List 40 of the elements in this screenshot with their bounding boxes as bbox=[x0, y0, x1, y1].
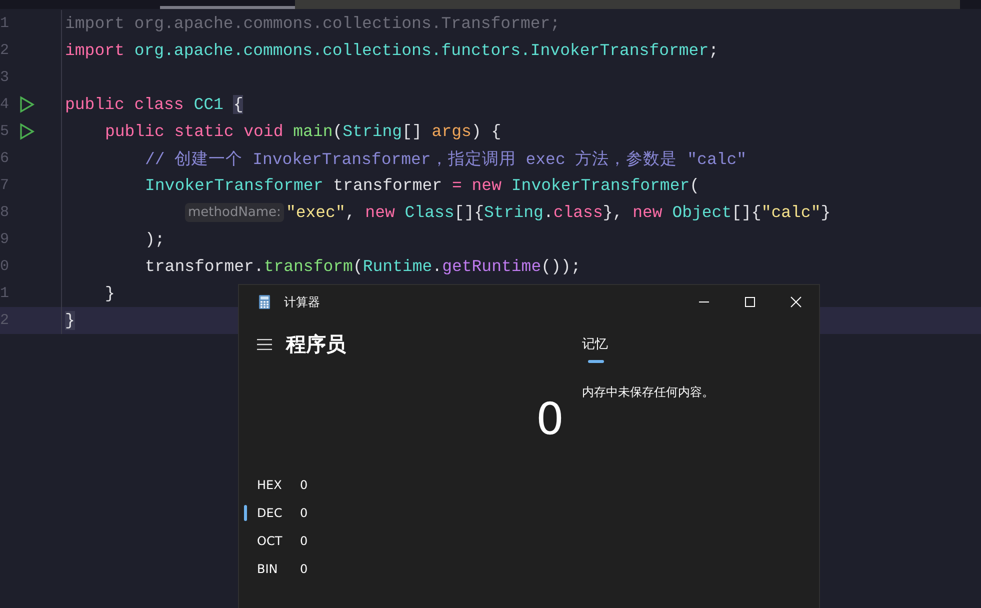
mode-title: 程序员 bbox=[286, 331, 346, 358]
code-line: import org.apache.commons.collections.functors.InvokerTransformer; bbox=[64, 41, 719, 60]
line-number: 3 bbox=[0, 69, 10, 86]
line-number: 1 bbox=[0, 15, 10, 32]
run-icon[interactable] bbox=[19, 123, 35, 140]
radix-value: 0 bbox=[300, 562, 308, 576]
radix-label[interactable]: HEX bbox=[257, 478, 300, 492]
code-line: // 创建一个 InvokerTransformer，指定调用 exec 方法，参数是 "calc" bbox=[144, 148, 747, 170]
radix-label[interactable]: BIN bbox=[257, 562, 300, 576]
radix-label[interactable]: OCT bbox=[257, 534, 300, 548]
radix-value: 0 bbox=[300, 506, 308, 520]
line-number: 5 bbox=[0, 123, 10, 140]
close-icon[interactable] bbox=[790, 296, 802, 308]
code-line: public class CC1 { bbox=[64, 95, 244, 114]
line-number: 6 bbox=[0, 150, 10, 167]
code-line: methodName: "exec", new Class[]{String.class}, new Object[]{"calc"} bbox=[182, 203, 831, 222]
line-number: 1 bbox=[0, 285, 10, 302]
code-line: import org.apache.commons.collections.Transformer; bbox=[64, 14, 560, 33]
maximize-icon[interactable] bbox=[744, 296, 756, 308]
code-line: transformer.transform(Runtime.getRuntime()); bbox=[144, 257, 581, 276]
code-line: public static void main(String[] args) { bbox=[104, 122, 502, 141]
line-number: 9 bbox=[0, 231, 10, 248]
menu-icon[interactable] bbox=[257, 339, 272, 350]
line-number: 7 bbox=[0, 177, 10, 194]
code-line: InvokerTransformer transformer = new InvokerTransformer( bbox=[144, 176, 700, 195]
line-number: 2 bbox=[0, 42, 10, 59]
memory-empty-message: 内存中未保存任何内容。 bbox=[582, 384, 715, 401]
radix-value: 0 bbox=[300, 478, 308, 492]
memory-tab[interactable]: 记忆 bbox=[582, 335, 608, 353]
code-line: } bbox=[104, 284, 115, 303]
code-line: ); bbox=[144, 230, 165, 249]
window-title: 计算器 bbox=[284, 294, 321, 310]
calculator-icon bbox=[259, 295, 270, 309]
radix-value: 0 bbox=[300, 534, 308, 548]
calculator-display: 0 bbox=[536, 394, 565, 445]
line-number: 4 bbox=[0, 96, 10, 113]
run-icon[interactable] bbox=[19, 96, 35, 113]
line-number: 0 bbox=[0, 258, 10, 275]
line-number: 8 bbox=[0, 204, 10, 221]
radix-label[interactable]: DEC bbox=[257, 506, 300, 520]
